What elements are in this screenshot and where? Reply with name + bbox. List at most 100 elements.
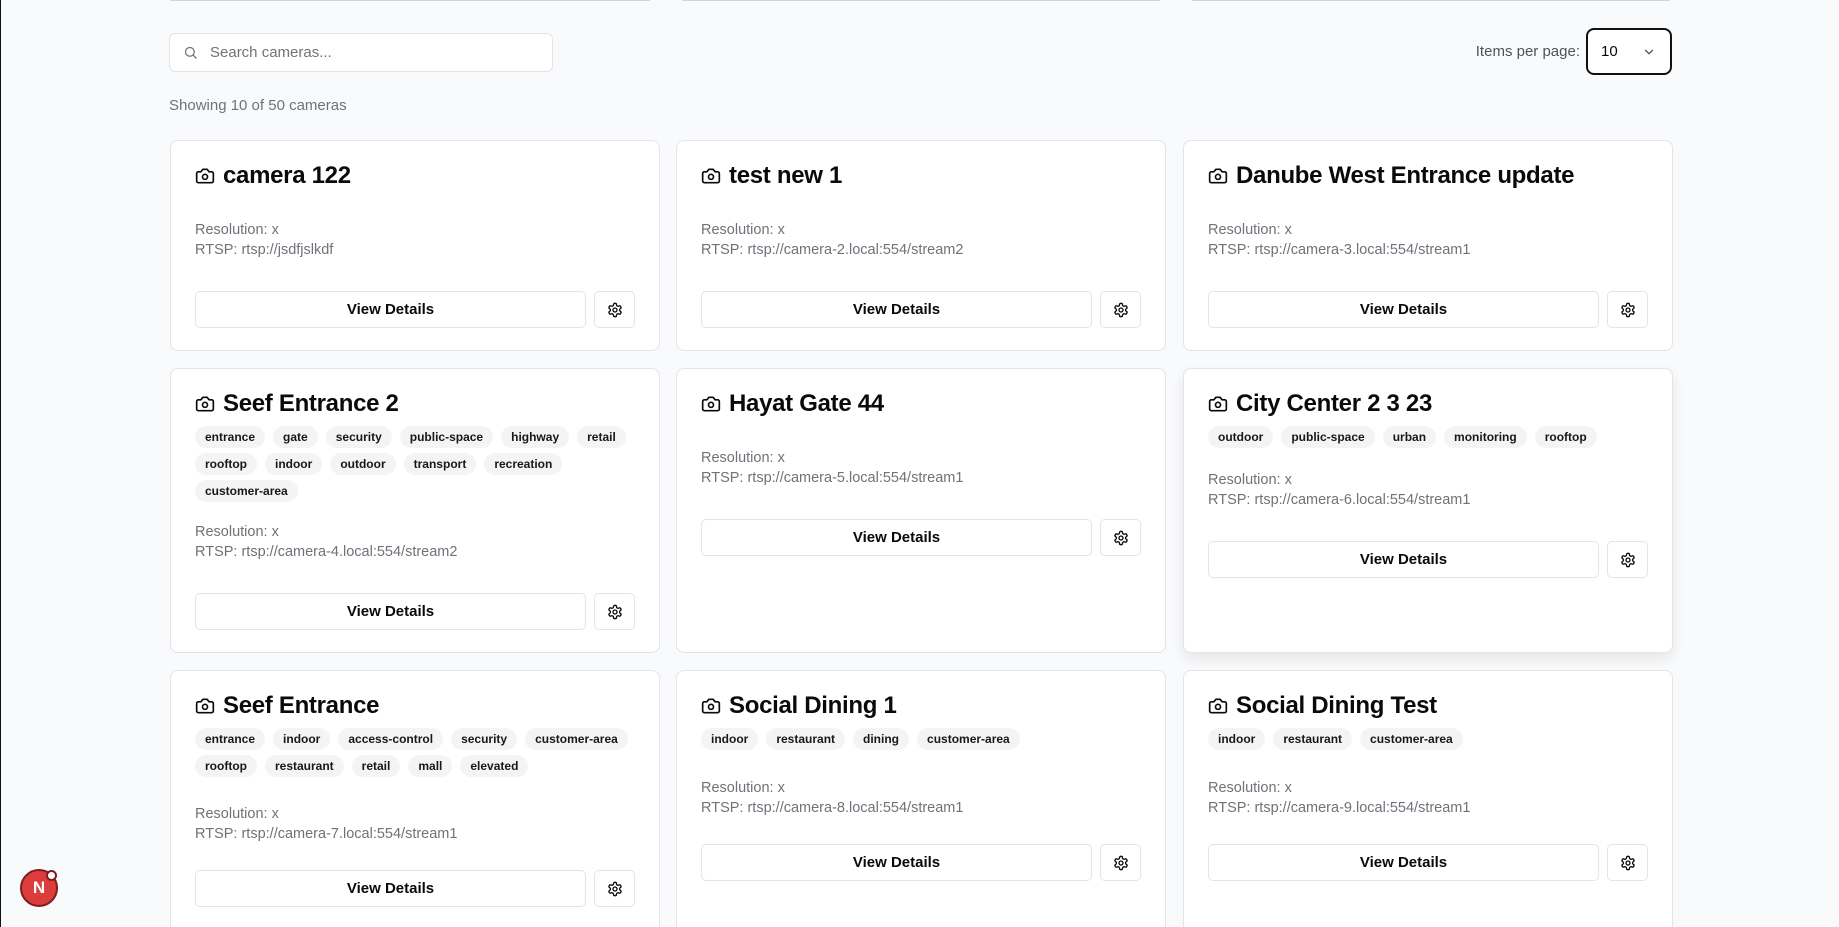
tag-badge: urban bbox=[1382, 426, 1437, 448]
tag-badge: security bbox=[325, 426, 392, 448]
camera-meta: Resolution: x RTSP: rtsp://jsdfjslkdf bbox=[195, 220, 333, 260]
tag-badge: rooftop bbox=[195, 755, 257, 777]
view-details-button[interactable]: View Details bbox=[195, 593, 586, 630]
tag-badge: rooftop bbox=[195, 453, 257, 475]
tag-badge: public-space bbox=[1281, 426, 1375, 448]
tag-badge: retail bbox=[351, 755, 401, 777]
view-details-button[interactable]: View Details bbox=[701, 519, 1092, 556]
camera-meta: Resolution: x RTSP: rtsp://camera-8.local… bbox=[701, 778, 963, 818]
camera-resolution: Resolution: x bbox=[1208, 780, 1292, 796]
tag-badge: public-space bbox=[399, 426, 494, 448]
camera-title: Social Dining 1 bbox=[701, 692, 897, 720]
top-card-edges bbox=[0, 0, 1839, 2]
camera-resolution: Resolution: x bbox=[701, 780, 785, 796]
gear-icon bbox=[607, 881, 622, 896]
settings-button[interactable] bbox=[1607, 291, 1648, 328]
settings-button[interactable] bbox=[1607, 844, 1648, 881]
tag-badge: gate bbox=[273, 426, 318, 448]
camera-card: Social Dining 1 indoor restaurant dining cus… bbox=[676, 670, 1166, 927]
items-per-page: Items per page: 10 bbox=[1476, 28, 1672, 75]
camera-meta: Resolution: x RTSP: rtsp://camera-9.local… bbox=[1208, 778, 1470, 818]
settings-button[interactable] bbox=[1607, 541, 1648, 578]
tag-badge: access-control bbox=[338, 728, 444, 750]
view-details-button[interactable]: View Details bbox=[1208, 844, 1599, 881]
settings-button[interactable] bbox=[594, 291, 635, 328]
camera-resolution: Resolution: x bbox=[1208, 472, 1292, 488]
camera-card: Social Dining Test indoor restaurant custom… bbox=[1183, 670, 1673, 927]
settings-button[interactable] bbox=[594, 870, 635, 907]
tag-badge: elevated bbox=[460, 755, 529, 777]
settings-button[interactable] bbox=[1100, 844, 1141, 881]
tag-badge: customer-area bbox=[525, 728, 628, 750]
tag-list: entrance indoor access-control security cust… bbox=[195, 728, 635, 777]
tag-badge: restaurant bbox=[766, 728, 846, 750]
camera-card: Hayat Gate 44 Resolution: x RTSP: rtsp://c… bbox=[676, 368, 1166, 653]
settings-button[interactable] bbox=[1100, 519, 1141, 556]
gear-icon bbox=[1113, 530, 1128, 545]
search-input[interactable] bbox=[210, 44, 530, 61]
items-per-page-select[interactable]: 10 bbox=[1586, 28, 1672, 75]
settings-button[interactable] bbox=[594, 593, 635, 630]
camera-card: Seef Entrance 2 entrance gate security publi… bbox=[170, 368, 660, 653]
view-details-button[interactable]: View Details bbox=[195, 291, 586, 328]
view-details-button[interactable]: View Details bbox=[195, 870, 586, 907]
camera-icon bbox=[701, 698, 721, 714]
camera-meta: Resolution: x RTSP: rtsp://camera-7.local… bbox=[195, 804, 457, 844]
view-details-button[interactable]: View Details bbox=[1208, 291, 1599, 328]
settings-button[interactable] bbox=[1100, 291, 1141, 328]
tag-badge: rooftop bbox=[1534, 426, 1597, 448]
gear-icon bbox=[607, 302, 622, 317]
camera-rtsp: RTSP: rtsp://camera-3.local:554/stream1 bbox=[1208, 242, 1471, 258]
camera-name: Danube West Entrance update bbox=[1236, 162, 1575, 189]
camera-card: camera 122 Resolution: x RTSP: rtsp://jsdf… bbox=[170, 140, 660, 351]
tag-badge: retail bbox=[577, 426, 626, 448]
tag-badge: outdoor bbox=[330, 453, 396, 475]
tag-list: indoor restaurant dining customer-area bbox=[701, 728, 1141, 750]
camera-name: Hayat Gate 44 bbox=[729, 390, 884, 417]
camera-title: camera 122 bbox=[195, 162, 351, 190]
camera-meta: Resolution: x RTSP: rtsp://camera-6.local… bbox=[1208, 470, 1470, 510]
camera-resolution: Resolution: x bbox=[195, 524, 279, 540]
camera-meta: Resolution: x RTSP: rtsp://camera-3.local… bbox=[1208, 220, 1470, 260]
camera-icon bbox=[195, 396, 215, 412]
view-details-button[interactable]: View Details bbox=[701, 291, 1092, 328]
gear-icon bbox=[1620, 302, 1635, 317]
camera-icon bbox=[701, 396, 721, 412]
camera-rtsp: RTSP: rtsp://camera-6.local:554/stream1 bbox=[1208, 492, 1471, 508]
tag-list: outdoor public-space urban monitoring roofto… bbox=[1208, 426, 1648, 448]
camera-card: Seef Entrance entrance indoor access-contro… bbox=[170, 670, 660, 927]
camera-name: Seef Entrance bbox=[223, 692, 380, 719]
tag-badge: indoor bbox=[264, 453, 323, 475]
search-box[interactable] bbox=[169, 33, 553, 72]
tag-list: entrance gate security public-space highway r… bbox=[195, 426, 635, 502]
camera-meta: Resolution: x RTSP: rtsp://camera-4.local… bbox=[195, 522, 457, 562]
camera-icon bbox=[195, 698, 215, 714]
camera-name: Seef Entrance 2 bbox=[223, 390, 399, 417]
tag-list: indoor restaurant customer-area bbox=[1208, 728, 1648, 750]
camera-resolution: Resolution: x bbox=[195, 806, 279, 822]
camera-rtsp: RTSP: rtsp://camera-9.local:554/stream1 bbox=[1208, 800, 1471, 816]
tag-badge: mall bbox=[408, 755, 453, 777]
view-details-button[interactable]: View Details bbox=[1208, 541, 1599, 578]
camera-title: Seef Entrance 2 bbox=[195, 390, 399, 418]
tag-badge: indoor bbox=[273, 728, 331, 750]
camera-resolution: Resolution: x bbox=[701, 222, 785, 238]
camera-icon bbox=[1208, 698, 1228, 714]
avatar-initial: N bbox=[32, 878, 46, 897]
tag-badge: recreation bbox=[484, 453, 563, 475]
tag-badge: indoor bbox=[1208, 728, 1266, 750]
tag-badge: dining bbox=[853, 728, 910, 750]
camera-rtsp: RTSP: rtsp://camera-4.local:554/stream2 bbox=[195, 544, 458, 560]
tag-badge: entrance bbox=[195, 426, 266, 448]
gear-icon bbox=[1113, 302, 1128, 317]
items-per-page-label: Items per page: bbox=[1475, 43, 1580, 60]
camera-resolution: Resolution: x bbox=[1208, 222, 1292, 238]
chevron-down-icon bbox=[1644, 49, 1654, 54]
search-icon bbox=[184, 46, 197, 59]
camera-rtsp: RTSP: rtsp://camera-2.local:554/stream2 bbox=[701, 242, 964, 258]
camera-card: City Center 2 3 23 outdoor public-space urb… bbox=[1183, 368, 1673, 653]
camera-meta: Resolution: x RTSP: rtsp://camera-2.local… bbox=[701, 220, 963, 260]
tag-badge: entrance bbox=[195, 728, 266, 750]
tag-badge: outdoor bbox=[1208, 426, 1274, 448]
view-details-button[interactable]: View Details bbox=[701, 844, 1092, 881]
